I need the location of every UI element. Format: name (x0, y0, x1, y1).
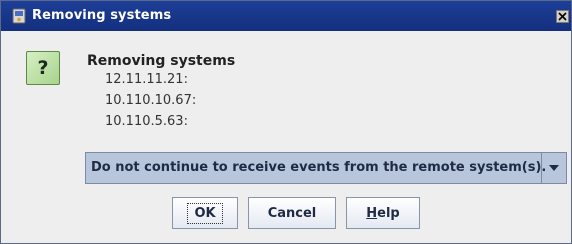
question-mark: ? (37, 57, 49, 79)
system-item: 10.110.5.63: (105, 114, 188, 129)
message-heading: Removing systems (87, 53, 236, 69)
chevron-down-icon (549, 165, 559, 171)
system-item: 12.11.11.21: (105, 72, 188, 87)
help-button[interactable]: Help (346, 197, 420, 229)
help-mnemonic: H (366, 205, 378, 221)
system-item: 10.110.10.67: (105, 93, 197, 108)
cancel-button[interactable]: Cancel (248, 197, 336, 229)
dropdown-arrow-button[interactable] (542, 153, 566, 183)
close-icon (558, 12, 567, 21)
cancel-button-label: Cancel (267, 205, 317, 221)
app-window-icon (12, 8, 26, 24)
dropdown-selected-value: Do not continue to receive events from t… (91, 160, 547, 175)
title-bar[interactable]: Removing systems (1, 1, 571, 31)
help-button-label: elp (377, 205, 400, 221)
removing-systems-dialog: Removing systems ? Removing systems 12.1… (0, 0, 572, 244)
question-icon: ? (26, 51, 60, 85)
event-option-dropdown[interactable]: Do not continue to receive events from t… (85, 152, 567, 184)
ok-button[interactable]: OK (172, 197, 238, 229)
window-title: Removing systems (32, 8, 172, 23)
ok-button-label: OK (187, 202, 223, 224)
close-button[interactable] (556, 10, 569, 23)
